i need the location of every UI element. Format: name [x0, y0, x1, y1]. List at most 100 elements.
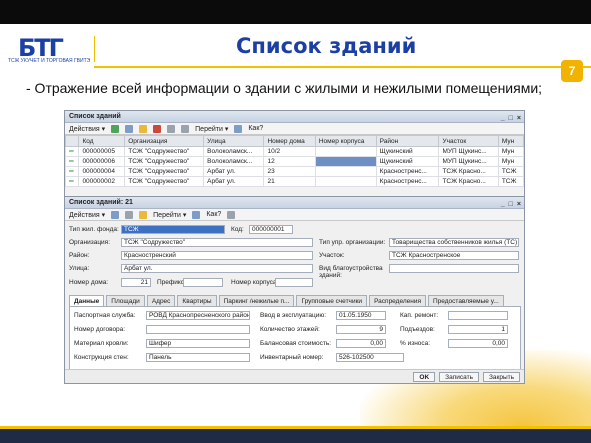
edit-icon[interactable] [139, 124, 148, 133]
tab-data[interactable]: Данные [69, 295, 105, 306]
balance-field[interactable]: 0,00 [336, 339, 386, 348]
ok-button[interactable]: OK [413, 371, 436, 382]
logo-mark: БТГ [18, 34, 64, 62]
cell-code: 000000005 [78, 146, 126, 157]
save-button[interactable]: Записать [439, 371, 479, 382]
goto-menu[interactable]: Перейти ▾ [195, 125, 228, 133]
prefix-field[interactable] [183, 278, 223, 287]
tab-distribution[interactable]: Распределения [369, 295, 426, 306]
wear-label: % износа: [400, 340, 431, 347]
table-row[interactable]: ═ 000000005 ТСЖ "Содружество" Волоколамс… [64, 146, 525, 157]
col-building-number[interactable]: Номер корпуса [314, 135, 377, 147]
tab-areas[interactable]: Площади [106, 295, 145, 306]
cell-more: ТСЖ [497, 176, 525, 187]
bottom-bar [0, 426, 591, 443]
col-more[interactable]: Мун [497, 135, 525, 147]
top-bar [0, 0, 591, 24]
slide-subtitle: - Отражение всей информации о здании с ж… [26, 80, 543, 96]
commission-label: Ввод в эксплуатацию: [260, 312, 327, 319]
type-field[interactable]: ТСЖ [121, 225, 225, 234]
print-icon[interactable] [125, 210, 134, 219]
building-form: Тип жил. фонда: ТСЖ Код: 000000001 Орган… [65, 221, 524, 383]
cell-code: 000000006 [78, 156, 126, 167]
walls-field[interactable]: Панель [146, 353, 250, 362]
cell-district: Красностренс... [375, 176, 440, 187]
minimize-icon[interactable]: _ [501, 113, 505, 125]
repair-field[interactable] [448, 311, 508, 320]
commission-field[interactable]: 01.05.1950 [336, 311, 386, 320]
howto-button[interactable]: Как? [206, 211, 221, 218]
col-marker[interactable] [64, 135, 80, 147]
window-title: Список зданий: 21 [69, 199, 133, 206]
balance-label: Балансовая стоимость: [260, 340, 332, 347]
maximize-icon[interactable]: □ [509, 199, 513, 211]
code-field[interactable]: 000000001 [249, 225, 293, 234]
form-status-bar: OK Записать Закрыть [65, 369, 524, 383]
improvement-label: Вид благоустройства зданий: [319, 265, 383, 279]
cell-building-selected [314, 156, 377, 167]
management-type-field[interactable]: Товарищества собственников жилья (ТС) [389, 238, 519, 247]
howto-button[interactable]: Как? [248, 125, 263, 132]
cell-organization: ТСЖ "Содружество" [124, 166, 205, 177]
tab-apartments[interactable]: Квартиры [177, 295, 217, 306]
inventory-field[interactable]: 526-102500 [336, 353, 404, 362]
roof-field[interactable]: Шифер [146, 339, 250, 348]
list-toolbar: Действия ▾ Перейти ▾ Как? [65, 123, 524, 135]
cell-more: ТСЖ [497, 166, 525, 177]
organization-field[interactable]: ТСЖ "Содружество" [121, 238, 313, 247]
tab-group-meters[interactable]: Групповые счетчики [296, 295, 368, 306]
tab-parking[interactable]: Паркинг /нежилые п... [218, 295, 295, 306]
row-marker: ═ [64, 146, 80, 157]
table-row[interactable]: ═ 000000002 ТСЖ "Содружество" Арбат ул. … [64, 176, 525, 187]
wear-field[interactable]: 0,00 [448, 339, 508, 348]
cell-street: Волоколамск... [203, 156, 265, 167]
filter-icon[interactable] [167, 124, 176, 133]
actions-menu[interactable]: Действия ▾ [69, 125, 105, 133]
refresh-icon[interactable] [181, 124, 190, 133]
tab-address[interactable]: Адрес [146, 295, 176, 306]
district-field[interactable]: Красностренский [121, 251, 313, 260]
goto-menu[interactable]: Перейти ▾ [153, 211, 186, 219]
minimize-icon[interactable]: _ [501, 199, 505, 211]
copy-icon[interactable] [125, 124, 134, 133]
close-button[interactable]: Закрыть [482, 371, 520, 382]
col-organization[interactable]: Организация [124, 135, 205, 147]
cell-area: ТСЖ Красно... [438, 176, 499, 187]
floors-field[interactable]: 9 [336, 325, 386, 334]
roof-label: Материал кровли: [74, 340, 129, 347]
tab-services[interactable]: Предоставляемые у... [428, 295, 504, 306]
entrances-field[interactable]: 1 [448, 325, 508, 334]
building-number-field[interactable] [275, 278, 313, 287]
help-icon[interactable] [192, 210, 201, 219]
col-house-number[interactable]: Номер дома [263, 135, 316, 147]
improvement-field[interactable] [389, 264, 519, 273]
edit-icon[interactable] [139, 210, 148, 219]
col-district[interactable]: Район [375, 135, 440, 147]
close-icon[interactable]: × [517, 199, 521, 211]
window-controls: _ □ × [501, 199, 521, 211]
save-icon[interactable] [111, 210, 120, 219]
add-icon[interactable] [111, 124, 120, 133]
close-icon[interactable]: × [517, 113, 521, 125]
house-number-field[interactable]: 21 [121, 278, 151, 287]
page-number-badge: 7 [561, 60, 583, 82]
actions-menu[interactable]: Действия ▾ [69, 211, 105, 219]
cell-district: Щукинский [375, 146, 440, 157]
passport-field[interactable]: РОВД Краснопресненского района [146, 311, 250, 320]
col-code[interactable]: Код [78, 135, 126, 147]
maximize-icon[interactable]: □ [509, 113, 513, 125]
table-row[interactable]: ═ 000000004 ТСЖ "Содружество" Арбат ул. … [64, 166, 525, 177]
organization-label: Организация: [69, 239, 111, 246]
street-field[interactable]: Арбат ул. [121, 264, 313, 273]
help-icon[interactable] [234, 124, 243, 133]
settings-icon[interactable] [227, 210, 236, 219]
area-field[interactable]: ТСЖ Красностренское [389, 251, 519, 260]
contract-field[interactable] [146, 325, 250, 334]
delete-icon[interactable] [153, 124, 162, 133]
title-underline [94, 66, 591, 68]
col-street[interactable]: Улица [203, 135, 265, 147]
cell-street: Арбат ул. [203, 166, 265, 177]
table-row[interactable]: ═ 000000006 ТСЖ "Содружество" Волоколамс… [64, 156, 525, 167]
col-area[interactable]: Участок [438, 135, 499, 147]
logo-subtitle: ТСЖ УКУЧЕТ И ТОРГОВАЯ ГВИТЭ [8, 58, 91, 64]
